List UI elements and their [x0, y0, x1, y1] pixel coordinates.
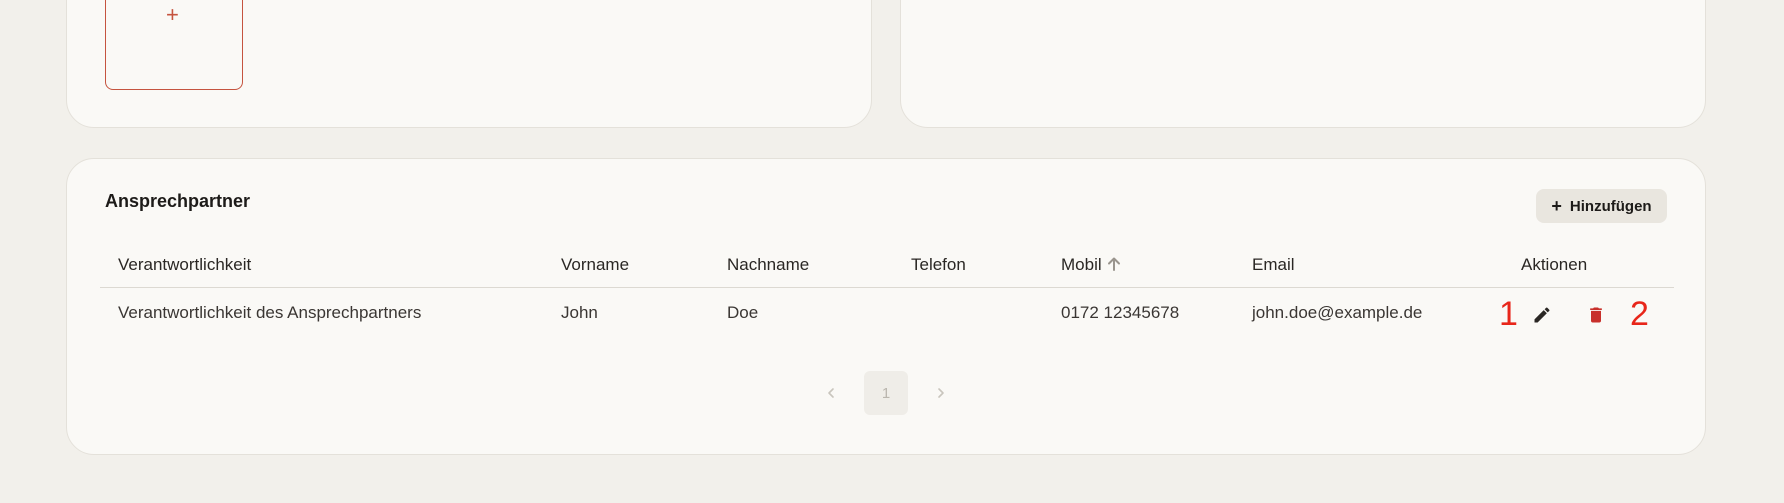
chevron-left-icon	[828, 388, 834, 398]
media-card: +	[66, 0, 872, 128]
cell-vorname: John	[561, 303, 598, 322]
column-header-email[interactable]: Email	[1252, 255, 1295, 275]
plus-icon: +	[166, 2, 179, 27]
column-header-mobil-label: Mobil	[1061, 255, 1102, 274]
plus-icon: +	[1551, 196, 1562, 216]
column-header-aktionen: Aktionen	[1521, 255, 1588, 274]
delete-icon	[1590, 307, 1602, 323]
section-title: Ansprechpartner	[105, 191, 251, 211]
page-number-button[interactable]: 1	[864, 371, 908, 415]
column-header-verantwortlichkeit[interactable]: Verantwortlichkeit	[118, 255, 251, 275]
add-image-button[interactable]: +	[105, 0, 243, 90]
column-header-telefon[interactable]: Telefon	[911, 255, 966, 275]
chevron-right-icon	[938, 388, 944, 398]
edit-icon	[1534, 307, 1550, 323]
delete-button[interactable]	[1584, 303, 1608, 327]
sort-ascending-icon	[1107, 257, 1120, 271]
add-contact-label: Hinzufügen	[1569, 197, 1652, 215]
column-header-mobil[interactable]: Mobil	[1061, 255, 1123, 275]
column-header-vorname[interactable]: Vorname	[561, 255, 629, 275]
annotation-marker-2: 2	[1630, 295, 1649, 333]
cell-mobil: 0172 12345678	[1061, 303, 1180, 322]
edit-button[interactable]	[1530, 303, 1554, 327]
table-row: Verantwortlichkeit des Ansprechpartners …	[100, 289, 1674, 341]
next-page-button[interactable]	[931, 383, 951, 403]
add-contact-button[interactable]: + Hinzufügen	[1536, 189, 1667, 223]
table-header: Verantwortlichkeit Vorname Nachname Tele…	[100, 243, 1674, 288]
cell-verantwortlichkeit: Verantwortlichkeit des Ansprechpartners	[118, 303, 422, 322]
pagination: 1	[67, 371, 1705, 415]
annotation-marker-1: 1	[1499, 295, 1518, 333]
column-header-nachname[interactable]: Nachname	[727, 255, 809, 275]
info-card	[900, 0, 1706, 128]
cell-email: john.doe@example.de	[1252, 303, 1423, 322]
cell-nachname: Doe	[727, 303, 759, 322]
previous-page-button[interactable]	[821, 383, 841, 403]
contacts-card: Ansprechpartner + Hinzufügen Verantwortl…	[66, 158, 1706, 455]
